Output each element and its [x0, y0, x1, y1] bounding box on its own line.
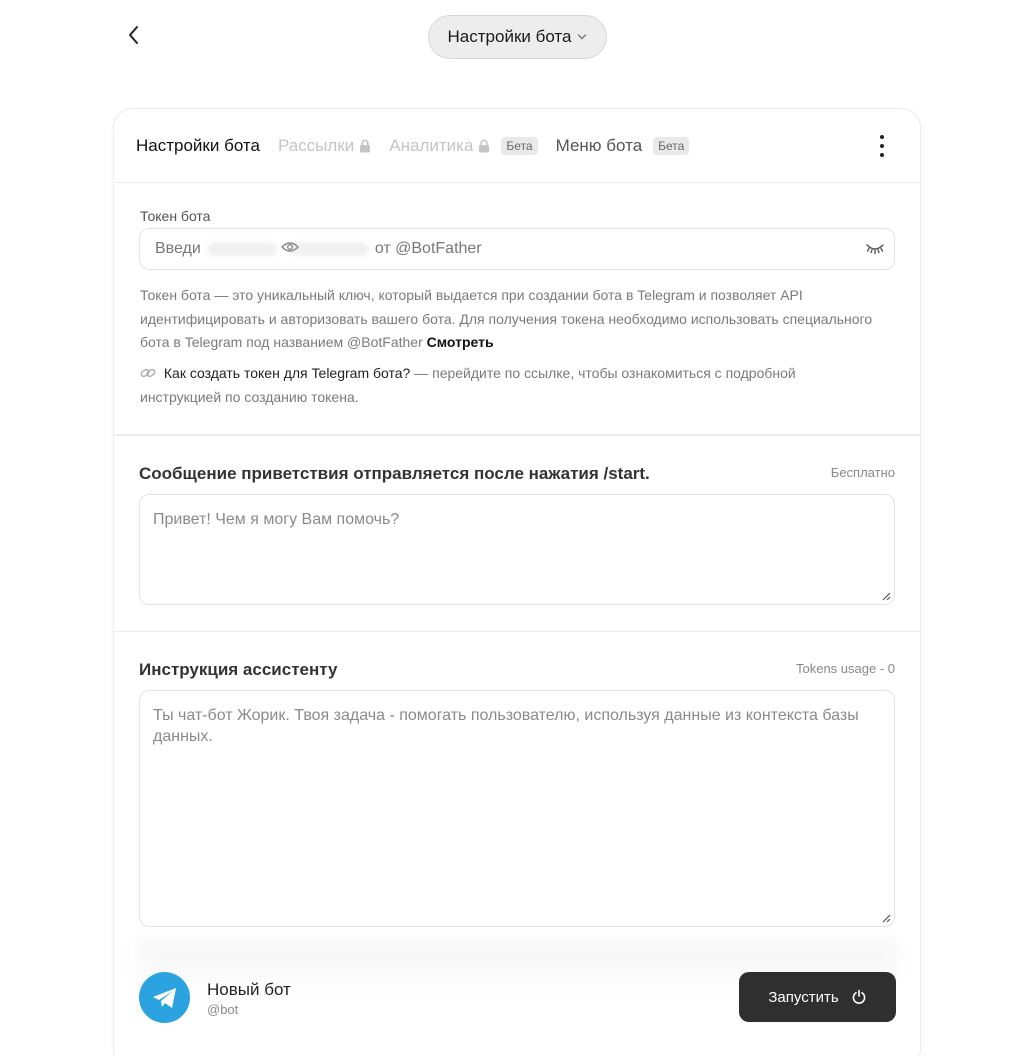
settings-card: Настройки бота Рассылки Аналитика Бета М… [113, 108, 921, 1056]
token-input[interactable]: Введи от @BotFather [139, 228, 895, 270]
token-guide: Как создать токен для Telegram бота? — п… [140, 365, 796, 405]
welcome-meta: Бесплатно [830, 465, 895, 480]
token-help: Токен бота — это уникальный ключ, которы… [140, 287, 873, 350]
section-divider [114, 435, 920, 436]
welcome-textarea[interactable]: Привет! Чем я могу Вам помочь? [139, 494, 895, 605]
run-button[interactable]: Запустить [739, 972, 896, 1022]
bot-name: Новый бот [207, 980, 291, 999]
tab-bar: Настройки бота Рассылки Аналитика Бета М… [114, 109, 920, 183]
watch-link[interactable]: Смотреть [427, 334, 494, 350]
beta-badge: Бета [653, 136, 690, 155]
chevron-down-icon [578, 34, 587, 40]
tab-bot-menu[interactable]: Меню бота Бета [556, 136, 690, 156]
section-divider [114, 631, 920, 632]
tokens-usage: Tokens usage - 0 [795, 661, 895, 676]
bot-footer: Новый бот @bot Запустить [114, 937, 920, 1056]
tab-analytics[interactable]: Аналитика Бета [389, 136, 538, 156]
chevron-left-icon [129, 26, 138, 44]
telegram-icon [139, 972, 190, 1023]
eye-closed-icon[interactable] [866, 242, 884, 256]
token-label: Токен бота [140, 208, 211, 224]
bot-selector-dropdown[interactable]: Настройки бота [428, 15, 607, 59]
token-placeholder-start: Введи [155, 240, 201, 257]
lock-icon [479, 139, 490, 152]
tab-mailings[interactable]: Рассылки [278, 136, 371, 156]
link-icon [140, 368, 156, 378]
back-button[interactable] [122, 22, 146, 48]
lock-icon [360, 139, 371, 152]
welcome-title: Сообщение приветствия отправляется после… [139, 464, 650, 483]
eye-icon [281, 242, 299, 252]
guide-link[interactable]: Как создать токен для Telegram бота? [164, 365, 410, 381]
instruction-textarea[interactable]: Ты чат-бот Жорик. Твоя задача - помогать… [139, 690, 895, 927]
power-icon [852, 989, 866, 1004]
instruction-title: Инструкция ассистенту [139, 660, 338, 679]
bot-handle: @bot [207, 1002, 239, 1017]
more-options-icon[interactable] [874, 135, 890, 157]
token-placeholder-end: от @BotFather [374, 240, 482, 257]
tab-bot-settings[interactable]: Настройки бота [136, 136, 260, 156]
beta-badge: Бета [501, 136, 538, 155]
resize-handle-icon[interactable] [881, 913, 891, 923]
page-title: Настройки бота [447, 27, 572, 46]
resize-handle-icon[interactable] [881, 591, 891, 601]
